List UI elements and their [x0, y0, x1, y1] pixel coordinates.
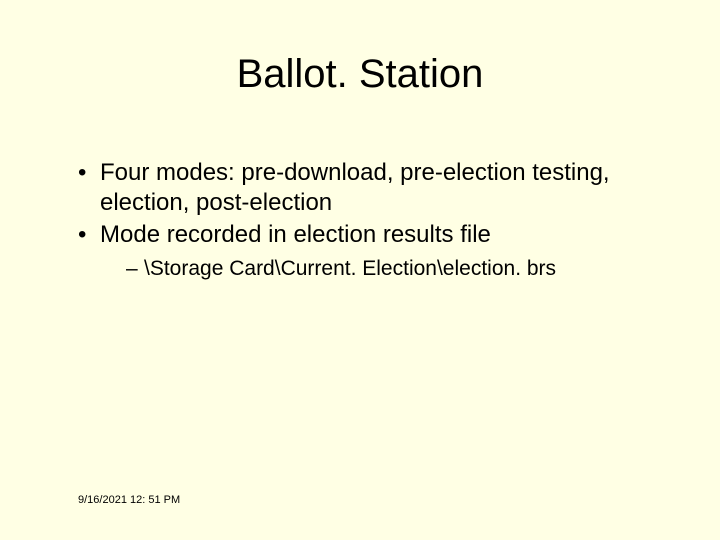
sub-bullet-item: \Storage Card\Current. Election\election… — [126, 256, 660, 282]
slide: Ballot. Station Four modes: pre-download… — [0, 0, 720, 540]
sub-bullet-text: \Storage Card\Current. Election\election… — [144, 257, 556, 280]
slide-body: Four modes: pre-download, pre-election t… — [78, 158, 660, 284]
bullet-text: Four modes: pre-download, pre-election t… — [100, 159, 610, 216]
bullet-item: Mode recorded in election results file \… — [78, 220, 660, 282]
footer-datetime: 9/16/2021 12: 51 PM — [78, 494, 180, 506]
bullet-item: Four modes: pre-download, pre-election t… — [78, 158, 660, 218]
bullet-list: Four modes: pre-download, pre-election t… — [78, 158, 660, 282]
bullet-text: Mode recorded in election results file — [100, 221, 491, 248]
slide-title: Ballot. Station — [0, 52, 720, 97]
sub-bullet-list: \Storage Card\Current. Election\election… — [100, 256, 660, 282]
